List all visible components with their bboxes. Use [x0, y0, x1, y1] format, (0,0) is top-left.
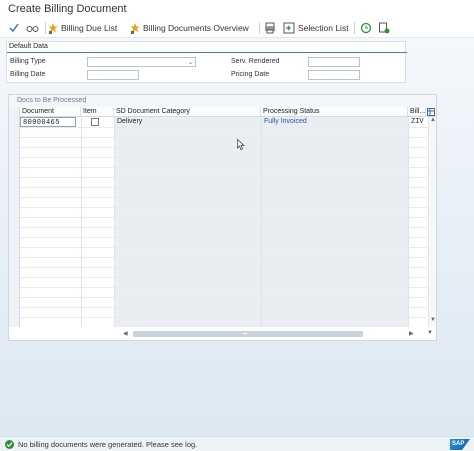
status-bar: No billing documents were generated. Ple… — [0, 436, 474, 451]
selection-list-icon — [283, 22, 295, 34]
billing-date-field[interactable] — [87, 70, 139, 80]
scroll-down-icon[interactable]: ▼ — [430, 317, 436, 323]
docs-panel-title: Docs to Be Processed — [17, 97, 87, 104]
toolbar-separator — [259, 22, 260, 34]
grid-line — [20, 137, 427, 138]
value-help-icon[interactable] — [91, 118, 99, 127]
clock-icon[interactable] — [360, 22, 372, 34]
scroll-down-end-icon[interactable]: ▼ — [427, 330, 433, 336]
billing-due-list-button[interactable]: Billing Due List — [48, 22, 117, 34]
billing-due-list-label: Billing Due List — [61, 23, 118, 33]
grid-line — [20, 207, 427, 208]
billing-due-list-icon — [48, 23, 58, 34]
grid-line — [20, 157, 427, 158]
grid-line — [20, 277, 427, 278]
selection-list-label: Selection List — [298, 23, 349, 33]
default-data-divider — [7, 52, 407, 53]
billing-documents-overview-button[interactable]: Billing Documents Overview — [130, 22, 249, 34]
grid-line — [20, 147, 427, 148]
grid-line — [20, 297, 427, 298]
column-header-processing-status[interactable]: Processing Status — [261, 107, 408, 117]
document-number-input[interactable]: 80000465 — [20, 117, 76, 127]
grid-line — [20, 247, 427, 248]
item-cell[interactable] — [82, 117, 112, 127]
documents-table: Document Item SD Document Category Proce… — [9, 107, 436, 340]
grid-line — [20, 187, 427, 188]
column-header-billing[interactable]: Bill... — [408, 107, 426, 117]
scroll-right-icon[interactable]: ▶ — [409, 330, 414, 337]
horizontal-scroll-thumb[interactable] — [133, 331, 363, 337]
billing-type-dropdown[interactable]: ⌄ — [87, 57, 196, 67]
main-content: Default Data Billing Type ⌄ Billing Date… — [0, 38, 474, 436]
glasses-icon[interactable] — [26, 22, 39, 34]
grid-line — [20, 177, 427, 178]
grid-line — [261, 117, 262, 327]
application-toolbar: Billing Due List Billing Documents Overv… — [0, 18, 474, 38]
grid-line — [20, 267, 427, 268]
serv-rendered-field[interactable] — [308, 57, 360, 67]
billing-type-cell: ZIV — [411, 118, 424, 126]
sd-document-category-cell: Delivery — [117, 118, 143, 125]
processing-status-cell: Fully Invoiced — [264, 118, 307, 125]
grid-line — [20, 167, 427, 168]
horizontal-scrollbar[interactable]: ◀ ▶ — [111, 329, 431, 338]
grid-line — [114, 117, 115, 327]
grid-line — [81, 117, 82, 327]
grid-line — [20, 287, 427, 288]
status-message[interactable]: No billing documents were generated. Ple… — [18, 440, 197, 449]
execute-icon[interactable] — [8, 22, 20, 34]
success-check-icon — [5, 440, 14, 449]
column-header-sd-document-category[interactable]: SD Document Category — [114, 107, 261, 117]
printer-icon[interactable] — [264, 22, 276, 34]
document-settings-icon[interactable] — [378, 22, 390, 34]
toolbar-separator — [354, 22, 355, 34]
grid-line — [20, 317, 427, 318]
pricing-date-field[interactable] — [308, 70, 360, 80]
scroll-grip — [243, 333, 247, 334]
grid-line — [408, 117, 409, 327]
grid-line — [20, 307, 427, 308]
grid-line — [20, 197, 427, 198]
default-data-group: Default Data Billing Type ⌄ Billing Date… — [6, 41, 407, 83]
default-data-header: Default Data — [9, 43, 48, 50]
billing-overview-icon — [130, 23, 140, 34]
grid-line — [20, 127, 427, 128]
table-settings-icon[interactable] — [426, 107, 436, 117]
docs-to-be-processed-panel: Docs to Be Processed Document Item SD Do… — [8, 94, 437, 341]
sap-logo: SAP — [450, 439, 470, 450]
grid-line — [20, 237, 427, 238]
pricing-date-label: Pricing Date — [231, 71, 270, 78]
serv-rendered-label: Serv. Rendered — [231, 58, 280, 65]
grid-line — [20, 217, 427, 218]
toolbar-separator — [45, 22, 46, 34]
title-bar: Create Billing Document — [0, 0, 474, 18]
row-selector-column[interactable] — [9, 107, 20, 327]
grid-line — [20, 227, 427, 228]
scroll-up-icon[interactable]: ▲ — [430, 117, 436, 123]
mouse-cursor-icon — [237, 139, 245, 150]
chevron-down-icon[interactable]: ⌄ — [188, 59, 193, 66]
vertical-scrollbar[interactable]: ▲ ▼ — [428, 117, 436, 327]
column-header-document[interactable]: Document — [20, 107, 81, 117]
billing-documents-overview-label: Billing Documents Overview — [143, 23, 249, 33]
grid-line — [20, 257, 427, 258]
selection-list-button[interactable]: Selection List — [283, 22, 349, 34]
page-title: Create Billing Document — [8, 3, 127, 15]
column-header-item[interactable]: Item — [81, 107, 114, 117]
scroll-left-icon[interactable]: ◀ — [123, 330, 128, 337]
billing-date-label: Billing Date — [10, 71, 46, 78]
billing-type-label: Billing Type — [10, 58, 46, 65]
